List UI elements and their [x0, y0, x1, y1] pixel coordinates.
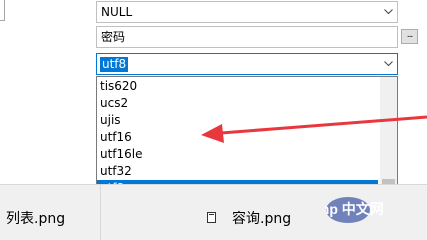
dropdown-option[interactable]: utf32 [97, 163, 378, 180]
dropdown-option[interactable]: utf16 [97, 129, 378, 146]
browse-button[interactable]: ... [401, 29, 418, 44]
file-tab-right[interactable]: 容询.png [232, 209, 291, 229]
php-watermark-logo: php 中文网 [325, 197, 384, 223]
file-icon [207, 212, 216, 223]
chevron-down-icon[interactable] [380, 2, 397, 22]
chevron-down-icon[interactable] [380, 54, 397, 74]
file-tab-left[interactable]: 列表.png [6, 209, 65, 229]
window-border-vertical [4, 0, 5, 20]
default-value-text: NULL [101, 5, 133, 19]
dropdown-option[interactable]: ucs2 [97, 95, 378, 112]
screenshot-canvas: NULL 密码 ... utf8 tis620 ucs2 ujis utf16 … [0, 0, 427, 240]
password-field[interactable]: 密码 [96, 26, 398, 48]
dropdown-option[interactable]: ujis [97, 112, 378, 129]
dropdown-option[interactable]: utf16le [97, 146, 378, 163]
tab-divider [100, 184, 101, 240]
window-border-horizontal [0, 20, 5, 21]
charset-selected-text: utf8 [100, 57, 129, 72]
charset-combobox[interactable]: utf8 [96, 53, 398, 75]
password-field-text: 密码 [101, 30, 126, 44]
dropdown-option[interactable]: tis620 [97, 78, 378, 95]
watermark-text: php 中文网 [325, 201, 384, 217]
default-value-combobox[interactable]: NULL [96, 1, 398, 23]
